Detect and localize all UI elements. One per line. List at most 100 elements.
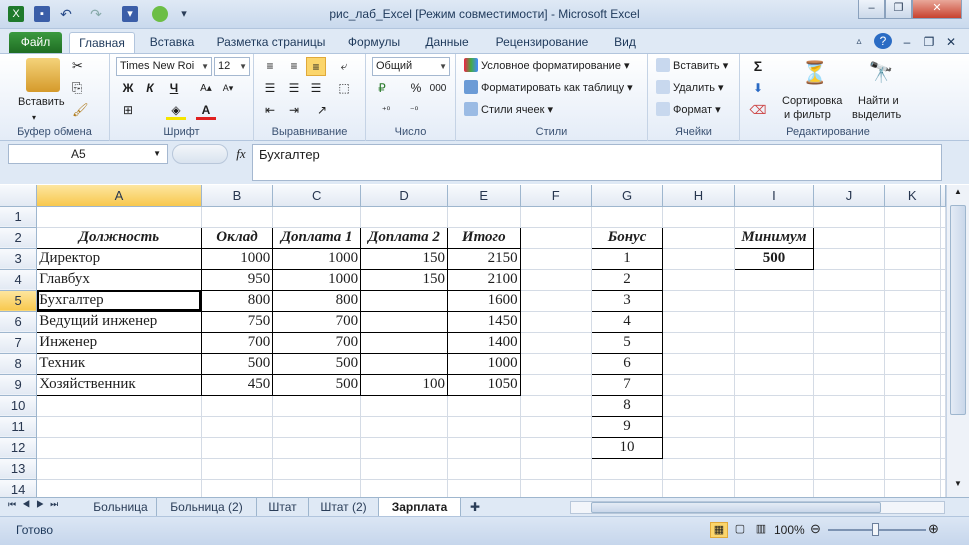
cell-h6[interactable] xyxy=(662,311,735,333)
column-header-c[interactable]: C xyxy=(272,185,362,207)
vertical-scrollbar[interactable]: ▲ ▼ xyxy=(946,185,969,497)
tab-data[interactable]: Данные xyxy=(415,32,479,53)
cell-b5[interactable]: 800 xyxy=(200,289,274,312)
doc-restore-icon[interactable]: ❐ xyxy=(920,32,938,53)
cell-a13[interactable] xyxy=(36,458,202,480)
cell-k6[interactable] xyxy=(884,311,942,333)
cell-i10[interactable] xyxy=(734,395,815,417)
cell-f5[interactable] xyxy=(520,290,592,312)
cell-g14[interactable] xyxy=(591,479,664,497)
cell-h5[interactable] xyxy=(662,290,735,312)
insert-function-icon[interactable]: fx xyxy=(231,144,251,164)
name-box[interactable]: A5 ▼ xyxy=(8,144,168,164)
help-icon[interactable]: ? xyxy=(874,33,892,49)
cell-j1[interactable] xyxy=(813,206,885,228)
cell-overflow10[interactable] xyxy=(940,395,946,417)
align-top-icon[interactable]: ≡ xyxy=(260,57,280,76)
scroll-thumb[interactable] xyxy=(950,205,966,415)
cell-d4[interactable]: 150 xyxy=(360,268,448,291)
row-header-5[interactable]: 5 xyxy=(0,290,38,312)
cell-h4[interactable] xyxy=(662,269,735,291)
cell-a4[interactable]: Главбух xyxy=(36,268,202,291)
tab-review[interactable]: Рецензирование xyxy=(488,32,596,53)
cell-g9[interactable]: 7 xyxy=(590,373,664,396)
cell-i11[interactable] xyxy=(734,416,815,438)
row-header-6[interactable]: 6 xyxy=(0,311,38,333)
row-header-11[interactable]: 11 xyxy=(0,416,38,438)
cell-a5[interactable]: Бухгалтер xyxy=(36,289,202,312)
cell-b4[interactable]: 950 xyxy=(200,268,274,291)
cell-e13[interactable] xyxy=(447,458,521,480)
cell-g2[interactable]: Бонус xyxy=(590,226,664,249)
row-header-13[interactable]: 13 xyxy=(0,458,38,480)
sheet-tab-shtat-2[interactable]: Штат (2) xyxy=(309,498,379,517)
formula-input[interactable]: Бухгалтер xyxy=(252,144,942,181)
font-size-combo[interactable]: 12 ▼ xyxy=(214,57,250,76)
cell-overflow7[interactable] xyxy=(940,332,946,354)
cell-f2[interactable] xyxy=(520,227,592,249)
cell-g1[interactable] xyxy=(591,206,664,228)
cell-f13[interactable] xyxy=(520,458,592,480)
font-name-combo[interactable]: Times New Roi ▼ xyxy=(116,57,212,76)
sheet-tab-bolnitsa-2[interactable]: Больница (2) xyxy=(157,498,257,517)
cell-c12[interactable] xyxy=(272,437,362,459)
cell-b1[interactable] xyxy=(201,206,274,228)
cell-g5[interactable]: 3 xyxy=(590,289,664,312)
cell-i14[interactable] xyxy=(734,479,815,497)
cell-e9[interactable]: 1050 xyxy=(446,373,521,396)
cell-i8[interactable] xyxy=(734,353,815,375)
cell-b13[interactable] xyxy=(201,458,274,480)
copy-icon[interactable]: ⎘ xyxy=(72,80,82,96)
cell-c7[interactable]: 700 xyxy=(272,331,362,354)
cell-d13[interactable] xyxy=(360,458,448,480)
column-header-e[interactable]: E xyxy=(447,185,521,207)
cell-k3[interactable] xyxy=(884,248,942,270)
cell-c3[interactable]: 1000 xyxy=(272,247,362,270)
cell-overflow8[interactable] xyxy=(940,353,946,375)
cell-d3[interactable]: 150 xyxy=(360,247,448,270)
thousands-button[interactable]: 000 xyxy=(428,79,448,98)
cell-e2[interactable]: Итого xyxy=(446,226,521,249)
cell-k5[interactable] xyxy=(884,290,942,312)
font-color-icon[interactable]: A xyxy=(196,101,216,120)
cell-a7[interactable]: Инженер xyxy=(36,331,202,354)
cell-g4[interactable]: 2 xyxy=(590,268,664,291)
cell-overflow3[interactable] xyxy=(940,248,946,270)
paste-dropdown-icon[interactable]: ▾ xyxy=(32,110,36,126)
cell-b14[interactable] xyxy=(201,479,274,497)
cell-k10[interactable] xyxy=(884,395,942,417)
maximize-button[interactable]: ❐ xyxy=(885,0,912,19)
sort-filter-label-2[interactable]: и фильтр xyxy=(784,107,831,123)
fill-icon[interactable]: ⬇ xyxy=(748,79,768,98)
cell-e10[interactable] xyxy=(447,395,521,417)
cell-k7[interactable] xyxy=(884,332,942,354)
cell-c14[interactable] xyxy=(272,479,362,497)
cell-g10[interactable]: 8 xyxy=(590,394,664,417)
cell-e5[interactable]: 1600 xyxy=(446,289,521,312)
horizontal-scroll-thumb[interactable] xyxy=(591,502,881,513)
cell-f1[interactable] xyxy=(520,206,592,228)
sort-filter-icon[interactable]: ⏳ xyxy=(798,58,832,88)
cell-h14[interactable] xyxy=(662,479,735,497)
column-header-b[interactable]: B xyxy=(201,185,274,207)
cell-k9[interactable] xyxy=(884,374,942,396)
cell-overflow6[interactable] xyxy=(940,311,946,333)
sheet-tab-zarplata[interactable]: Зарплата xyxy=(379,498,461,517)
cell-i4[interactable] xyxy=(734,269,815,291)
cell-c8[interactable]: 500 xyxy=(272,352,362,375)
cell-d12[interactable] xyxy=(360,437,448,459)
cell-j8[interactable] xyxy=(813,353,885,375)
cut-icon[interactable]: ✂ xyxy=(72,58,83,74)
cell-g3[interactable]: 1 xyxy=(590,247,664,270)
cell-overflow2[interactable] xyxy=(940,227,946,249)
row-header-7[interactable]: 7 xyxy=(0,332,38,354)
cell-c4[interactable]: 1000 xyxy=(272,268,362,291)
cell-j10[interactable] xyxy=(813,395,885,417)
cell-j13[interactable] xyxy=(813,458,885,480)
cell-k13[interactable] xyxy=(884,458,942,480)
conditional-formatting-button[interactable]: Условное форматирование ▾ xyxy=(464,58,630,74)
scroll-up-icon[interactable]: ▲ xyxy=(950,187,966,201)
cell-j4[interactable] xyxy=(813,269,885,291)
borders-icon[interactable]: ⊞ xyxy=(118,101,138,120)
cell-g13[interactable] xyxy=(591,458,664,480)
